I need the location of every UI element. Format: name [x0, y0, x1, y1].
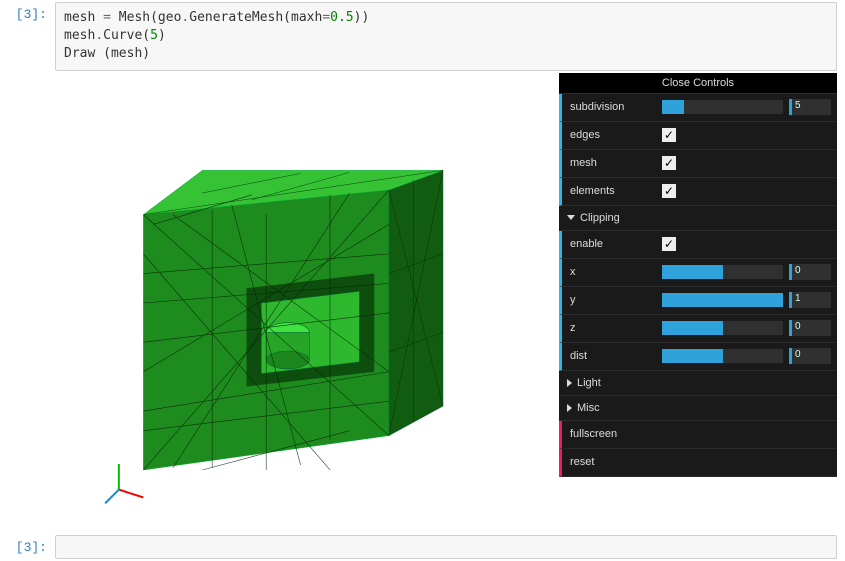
- input-prompt: [3]:: [0, 535, 55, 559]
- edges-label: edges: [562, 129, 662, 141]
- clip-enable-row: enable ✓: [559, 231, 837, 259]
- output-area: Close Controls subdivision 5 edges ✓ mes…: [55, 73, 837, 533]
- chevron-right-icon: [567, 379, 572, 387]
- mesh-row: mesh ✓: [559, 150, 837, 178]
- edges-row: edges ✓: [559, 122, 837, 150]
- clip-z-row: z 0: [559, 315, 837, 343]
- clip-dist-value[interactable]: 0: [789, 348, 831, 364]
- clip-z-label: z: [562, 322, 662, 334]
- clip-x-row: x 0: [559, 259, 837, 287]
- clip-x-label: x: [562, 266, 662, 278]
- elements-checkbox[interactable]: ✓: [662, 184, 676, 198]
- input-prompt: [3]:: [0, 2, 55, 71]
- reset-button[interactable]: reset: [559, 449, 837, 477]
- output-prompt: [0, 73, 55, 533]
- mesh-svg: [55, 73, 497, 533]
- clip-dist-row: dist 0: [559, 343, 837, 371]
- clip-enable-label: enable: [562, 238, 662, 250]
- clip-y-value[interactable]: 1: [789, 292, 831, 308]
- elements-row: elements ✓: [559, 178, 837, 206]
- output-cell: Close Controls subdivision 5 edges ✓ mes…: [0, 73, 845, 533]
- code-line-3: Draw (mesh): [64, 45, 828, 63]
- chevron-down-icon: [567, 215, 575, 220]
- input-cell: [3]: mesh = Mesh(geo.GenerateMesh(maxh=0…: [0, 2, 845, 71]
- clip-y-slider[interactable]: [662, 293, 783, 307]
- controls-panel: Close Controls subdivision 5 edges ✓ mes…: [559, 73, 837, 477]
- clip-enable-checkbox[interactable]: ✓: [662, 237, 676, 251]
- subdivision-label: subdivision: [562, 101, 662, 113]
- input-cell-empty: [3]:: [0, 535, 845, 559]
- mesh-viewer[interactable]: [55, 73, 497, 533]
- subdivision-row: subdivision 5: [559, 94, 837, 122]
- misc-section[interactable]: Misc: [559, 396, 837, 421]
- clip-x-value[interactable]: 0: [789, 264, 831, 280]
- code-line-1: mesh = Mesh(geo.GenerateMesh(maxh=0.5)): [64, 9, 828, 27]
- code-line-2: mesh.Curve(5): [64, 27, 828, 45]
- clipping-section[interactable]: Clipping: [559, 206, 837, 231]
- mesh-checkbox[interactable]: ✓: [662, 156, 676, 170]
- mesh-cube: [143, 170, 443, 470]
- fullscreen-button[interactable]: fullscreen: [559, 421, 837, 449]
- axis-gizmo-icon: [105, 464, 143, 503]
- clip-y-row: y 1: [559, 287, 837, 315]
- clip-dist-slider[interactable]: [662, 349, 783, 363]
- light-section[interactable]: Light: [559, 371, 837, 396]
- chevron-right-icon: [567, 404, 572, 412]
- clip-z-slider[interactable]: [662, 321, 783, 335]
- elements-label: elements: [562, 185, 662, 197]
- subdivision-value[interactable]: 5: [789, 99, 831, 115]
- clip-x-slider[interactable]: [662, 265, 783, 279]
- clip-y-label: y: [562, 294, 662, 306]
- clip-z-value[interactable]: 0: [789, 320, 831, 336]
- code-input[interactable]: mesh = Mesh(geo.GenerateMesh(maxh=0.5)) …: [55, 2, 837, 71]
- close-controls-button[interactable]: Close Controls: [559, 73, 837, 94]
- clip-dist-label: dist: [562, 350, 662, 362]
- mesh-label: mesh: [562, 157, 662, 169]
- subdivision-slider[interactable]: [662, 100, 783, 114]
- edges-checkbox[interactable]: ✓: [662, 128, 676, 142]
- code-input-empty[interactable]: [55, 535, 837, 559]
